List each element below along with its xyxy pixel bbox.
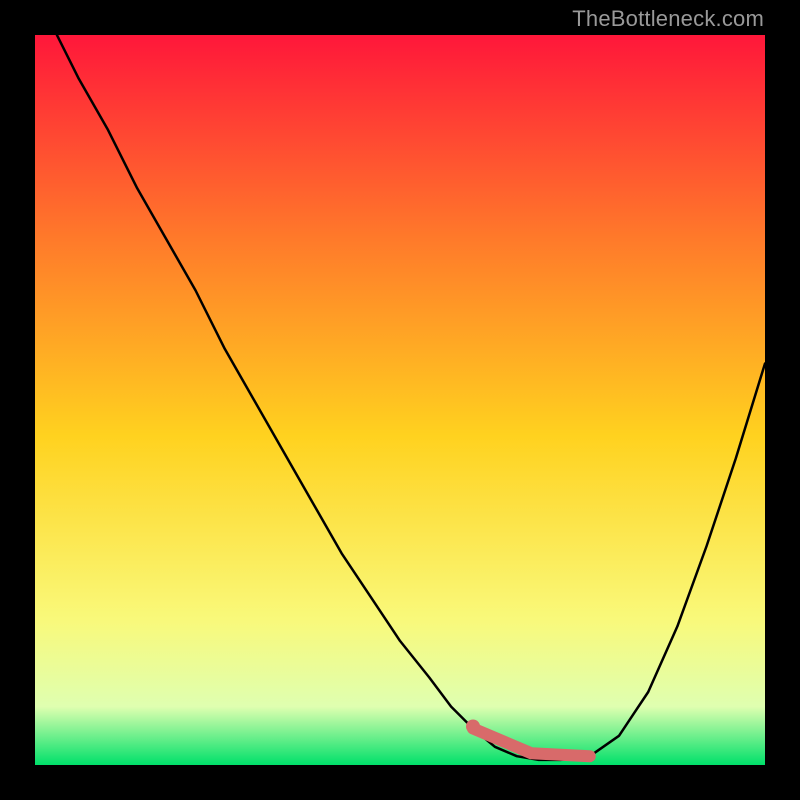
gradient-background [35,35,765,765]
chart-frame: TheBottleneck.com [0,0,800,800]
watermark-text: TheBottleneck.com [572,6,764,32]
optimal-start-dot [466,720,480,734]
plot-svg [35,35,765,765]
plot-area [35,35,765,765]
